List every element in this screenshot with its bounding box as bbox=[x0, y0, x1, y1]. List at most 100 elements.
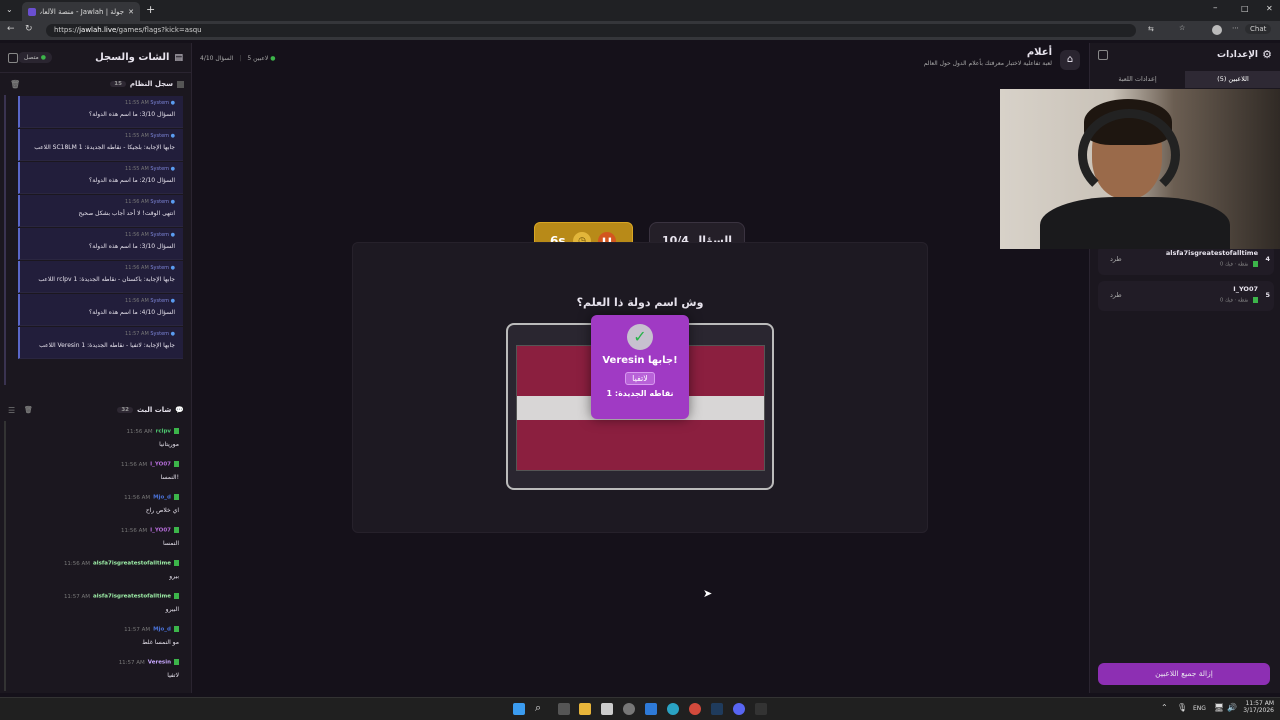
copilot-chat-button[interactable]: Chat bbox=[1245, 24, 1272, 34]
log-time: 11:55 AM bbox=[125, 100, 149, 106]
tab-menu-icon[interactable]: ⌄ bbox=[6, 5, 13, 14]
chat-meta: 11:56 AM I_YO07 bbox=[14, 527, 179, 534]
calendar-icon[interactable] bbox=[601, 703, 613, 715]
system-log-entry: 11:56 AM System ● انتهى الوقت! لا أحد أجا… bbox=[18, 195, 183, 227]
chat-text: البيرو bbox=[165, 605, 179, 613]
task-view-icon[interactable] bbox=[558, 703, 570, 715]
chat-message: 11:56 AM I_YO07 النمسا bbox=[6, 524, 191, 557]
url-input[interactable]: https://jawlah.live/games/flags?kick=asq… bbox=[46, 24, 1136, 37]
obs-icon[interactable] bbox=[755, 703, 767, 715]
chat-log-panel: متصل ● الشات والسجل ▤ 🗑 15 سجل النظام 11… bbox=[0, 43, 192, 693]
file-explorer-icon[interactable] bbox=[579, 703, 591, 715]
network-icon[interactable]: 🖥 bbox=[1214, 703, 1224, 712]
maximize-icon[interactable]: □ bbox=[1241, 4, 1249, 13]
chat-time: 11:56 AM bbox=[120, 461, 148, 468]
game-title-block: أعلام لعبة تفاعلية لاختبار معرفتك بأعلام… bbox=[924, 47, 1052, 67]
settings-app-icon[interactable] bbox=[623, 703, 635, 715]
chat-user[interactable]: alsfa7isgreatestofalltime bbox=[93, 561, 171, 567]
chat-panel-header: متصل ● الشات والسجل ▤ bbox=[0, 43, 191, 73]
chat-message: 11:57 AM Veresin لاتفيا bbox=[6, 656, 191, 689]
log-meta: 11:56 AM System ● bbox=[28, 199, 175, 205]
new-tab-button[interactable]: + bbox=[146, 3, 155, 16]
browser-tab[interactable]: جولة | Jawlah - منصة الألعاب التفا... ✕ bbox=[22, 2, 140, 21]
mail-icon[interactable] bbox=[645, 703, 657, 715]
tab-players[interactable]: اللاعبين (5) bbox=[1185, 71, 1280, 88]
clear-chat-icon[interactable]: 🗑 bbox=[24, 406, 33, 414]
kick-button[interactable]: طرد bbox=[1110, 291, 1122, 299]
kick-badge-icon bbox=[174, 428, 179, 434]
favicon-icon bbox=[28, 7, 36, 16]
system-log-entry: 11:56 AM System ● السؤال 3/10: ما اسم هذه… bbox=[18, 228, 183, 260]
log-text: انتهى الوقت! لا أحد أجاب بشكل صحيح bbox=[78, 210, 175, 217]
tab-game-settings[interactable]: إعدادات اللعبة bbox=[1090, 71, 1185, 88]
chat-time: 11:56 AM bbox=[126, 428, 153, 435]
chat-meta: 11:56 AM Mjo_d bbox=[14, 494, 179, 501]
edge-icon[interactable] bbox=[667, 703, 679, 715]
start-icon[interactable] bbox=[513, 703, 525, 715]
winner-popup: ✓ Veresin جابها! لاتفيا نقاطه الجديدة: 1 bbox=[591, 315, 689, 419]
webcam-person-body bbox=[1040, 197, 1230, 249]
chat-user[interactable]: alsfa7isgreatestofalltime bbox=[93, 594, 171, 600]
player-sub: 0 نقطة · فيك bbox=[1220, 261, 1258, 268]
language-indicator[interactable]: ENG bbox=[1193, 705, 1206, 712]
reload-icon[interactable]: ↻ bbox=[25, 24, 33, 34]
winner-points: نقاطه الجديدة: 1 bbox=[606, 389, 674, 398]
player-row: طرد alsfa7isgreatestofalltime 0 نقطة · ف… bbox=[1098, 245, 1274, 275]
stream-chat-list: 11:56 AM rclpv موريتانيا 11:56 AM I_YO07 النم… bbox=[4, 421, 191, 691]
chat-text: اي خلاص راح bbox=[145, 506, 179, 514]
discord-icon[interactable] bbox=[733, 703, 745, 715]
player-row: طرد I_YO07 0 نقطة · فيك 5 bbox=[1098, 281, 1274, 311]
windows-taskbar: ⌕ ⌃ 🎙 ENG 🖥 🔊 11:57 AM 3/17/2026 bbox=[0, 697, 1280, 720]
clear-players-button[interactable]: إزالة جميع اللاعبين bbox=[1098, 663, 1270, 685]
chat-user[interactable]: Mjo_d bbox=[153, 495, 171, 501]
chat-filter-icon[interactable]: ☰ bbox=[8, 406, 15, 415]
steam-icon[interactable] bbox=[711, 703, 723, 715]
chat-time: 11:57 AM bbox=[63, 593, 91, 600]
chat-text: مو النمسا غلط bbox=[142, 638, 179, 646]
window-close-icon[interactable]: ✕ bbox=[1266, 4, 1273, 13]
chat-user[interactable]: I_YO07 bbox=[150, 462, 171, 468]
chat-text: النمسا! bbox=[160, 473, 179, 481]
chat-meta: 11:56 AM I_YO07 bbox=[14, 461, 179, 468]
chat-user[interactable]: I_YO07 bbox=[150, 528, 171, 534]
chat-user[interactable]: rclpv bbox=[156, 429, 171, 435]
stream-chat-header[interactable]: ☰ 🗑 32 شات البث 💬 bbox=[0, 399, 191, 421]
profile-avatar[interactable] bbox=[1212, 25, 1222, 35]
home-button[interactable]: ⌂ bbox=[1060, 50, 1080, 70]
kick-badge-icon bbox=[174, 593, 179, 599]
chat-user[interactable]: Mjo_d bbox=[153, 627, 171, 633]
log-text: السؤال 4/10: ما اسم هذه الدولة؟ bbox=[89, 309, 175, 316]
chat-text: بيرو bbox=[169, 572, 179, 580]
settings-tabs: إعدادات اللعبة اللاعبين (5) bbox=[1090, 71, 1280, 88]
log-text: اللاعب SC18LM جابها الإجابة: بلجيكا - نق… bbox=[34, 144, 175, 151]
game-title: أعلام bbox=[1026, 47, 1052, 58]
system-log-entry: 11:55 AM System ● السؤال 3/10: ما اسم هذه… bbox=[18, 96, 183, 128]
log-sender: System bbox=[150, 232, 170, 238]
system-log-entry: 11:57 AM System ● اللاعب Veresin جابها ال… bbox=[18, 327, 183, 359]
sidebar-toggle-icon[interactable] bbox=[8, 52, 18, 63]
star-icon[interactable]: ☆ bbox=[1179, 24, 1185, 32]
chat-user[interactable]: Veresin bbox=[148, 660, 171, 666]
minimize-icon[interactable]: – bbox=[1213, 3, 1218, 13]
chrome-icon[interactable] bbox=[689, 703, 701, 715]
collapse-panel-icon[interactable] bbox=[1098, 50, 1108, 60]
system-log-header[interactable]: 🗑 15 سجل النظام bbox=[0, 73, 191, 95]
info-icon: ● bbox=[170, 199, 175, 205]
mic-icon[interactable]: 🎙 bbox=[1177, 703, 1187, 712]
more-icon[interactable]: ⋯ bbox=[1232, 24, 1239, 32]
chat-message: 11:56 AM alsfa7isgreatestofalltime بيرو bbox=[6, 557, 191, 590]
stream-chat-icon: 💬 bbox=[175, 406, 184, 414]
clock[interactable]: 11:57 AM 3/17/2026 bbox=[1242, 700, 1274, 714]
search-icon[interactable]: ⌕ bbox=[535, 701, 547, 714]
kick-button[interactable]: طرد bbox=[1110, 255, 1122, 263]
system-log-entry: 11:55 AM System ● السؤال 2/10: ما اسم هذه… bbox=[18, 162, 183, 194]
browser-tab-bar: ⌄ جولة | Jawlah - منصة الألعاب التفا... … bbox=[0, 0, 1280, 21]
players-online: 5 لاعبين ● bbox=[247, 55, 276, 62]
chat-panel-title: الشات والسجل bbox=[95, 52, 170, 63]
tab-close-icon[interactable]: ✕ bbox=[128, 8, 134, 16]
back-icon[interactable]: ← bbox=[7, 24, 15, 34]
tray-chevron-icon[interactable]: ⌃ bbox=[1161, 703, 1168, 712]
clear-log-icon[interactable]: 🗑 bbox=[10, 80, 20, 89]
translate-icon[interactable]: ⇆ bbox=[1148, 25, 1154, 33]
volume-icon[interactable]: 🔊 bbox=[1227, 703, 1237, 712]
